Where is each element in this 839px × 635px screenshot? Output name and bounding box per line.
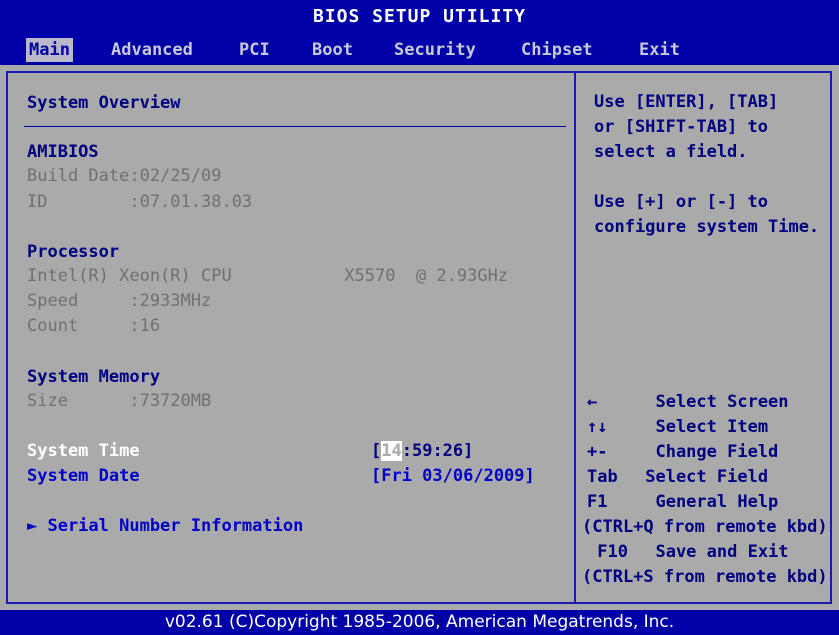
tab-pci[interactable]: PCI <box>236 38 273 62</box>
nav-desc: Select Screen <box>635 392 789 412</box>
nav-remote-save: (CTRL+S from remote kbd) <box>582 567 828 587</box>
nav-key: Tab <box>587 467 618 487</box>
left-arrow-icon: ← <box>587 392 598 412</box>
nav-desc: Change Field <box>635 442 779 462</box>
serial-number-submenu[interactable]: ► Serial Number Information <box>27 516 303 536</box>
nav-general-help: F1 General Help <box>587 492 778 512</box>
build-date: Build Date:02/25/09 <box>27 166 222 186</box>
section-underline <box>24 126 566 127</box>
bios-title: BIOS SETUP UTILITY <box>312 6 527 27</box>
tab-boot[interactable]: Boot <box>309 38 356 62</box>
nav-desc: Save and Exit <box>635 542 789 562</box>
nav-key: F10 <box>587 542 628 562</box>
menu-tabs: Main Advanced PCI Boot Security Chipset … <box>0 34 839 64</box>
section-title: System Overview <box>27 93 181 113</box>
help-line: configure system Time. <box>594 217 820 237</box>
nav-key: +- <box>587 442 608 462</box>
tab-chipset[interactable]: Chipset <box>518 38 596 62</box>
system-time-bracket: [ <box>371 441 382 461</box>
memory-heading: System Memory <box>27 367 161 387</box>
system-time-value[interactable]: [14:59:26] <box>371 441 473 461</box>
copyright-footer: v02.61 (C)Copyright 1985-2006, American … <box>164 612 675 632</box>
tab-security[interactable]: Security <box>391 38 479 62</box>
help-line: select a field. <box>594 142 748 162</box>
nav-select-field: Tab Select Field <box>587 467 768 487</box>
tab-advanced[interactable]: Advanced <box>108 38 196 62</box>
nav-change-field: +- Change Field <box>587 442 778 462</box>
nav-save-exit: F10 Save and Exit <box>587 542 789 562</box>
nav-remote-help: (CTRL+Q from remote kbd) <box>582 517 828 537</box>
cpu-count: Count :16 <box>27 316 161 336</box>
nav-select-screen: ← Select Screen <box>587 392 789 412</box>
nav-desc: Select Field <box>635 467 769 487</box>
memory-size: Size :73720MB <box>27 391 212 411</box>
nav-desc: Select Item <box>635 417 769 437</box>
processor-heading: Processor <box>27 242 120 262</box>
help-line: or [SHIFT-TAB] to <box>594 117 768 137</box>
cpu-model: Intel(R) Xeon(R) CPU X5570 @ 2.93GHz <box>27 266 509 286</box>
amibios-heading: AMIBIOS <box>27 142 99 162</box>
nav-key: F1 <box>587 492 608 512</box>
system-time-rest: :59:26] <box>401 441 474 461</box>
cpu-speed: Speed :2933MHz <box>27 291 212 311</box>
system-time-hour[interactable]: 14 <box>381 441 402 461</box>
main-panel: System Overview AMIBIOS Build Date:02/25… <box>0 65 839 610</box>
nav-desc: General Help <box>635 492 779 512</box>
up-down-arrow-icon: ↑↓ <box>587 417 608 437</box>
tab-exit[interactable]: Exit <box>636 38 683 62</box>
help-line: Use [+] or [-] to <box>594 192 768 212</box>
nav-select-item: ↑↓ Select Item <box>587 417 768 437</box>
system-date-label[interactable]: System Date <box>27 466 140 486</box>
system-date-value[interactable]: [Fri 03/06/2009] <box>371 466 535 486</box>
bios-id: ID :07.01.38.03 <box>27 192 253 212</box>
system-time-label[interactable]: System Time <box>27 441 140 461</box>
tab-main[interactable]: Main <box>26 38 73 62</box>
panel-divider <box>574 71 576 604</box>
help-line: Use [ENTER], [TAB] <box>594 92 779 112</box>
